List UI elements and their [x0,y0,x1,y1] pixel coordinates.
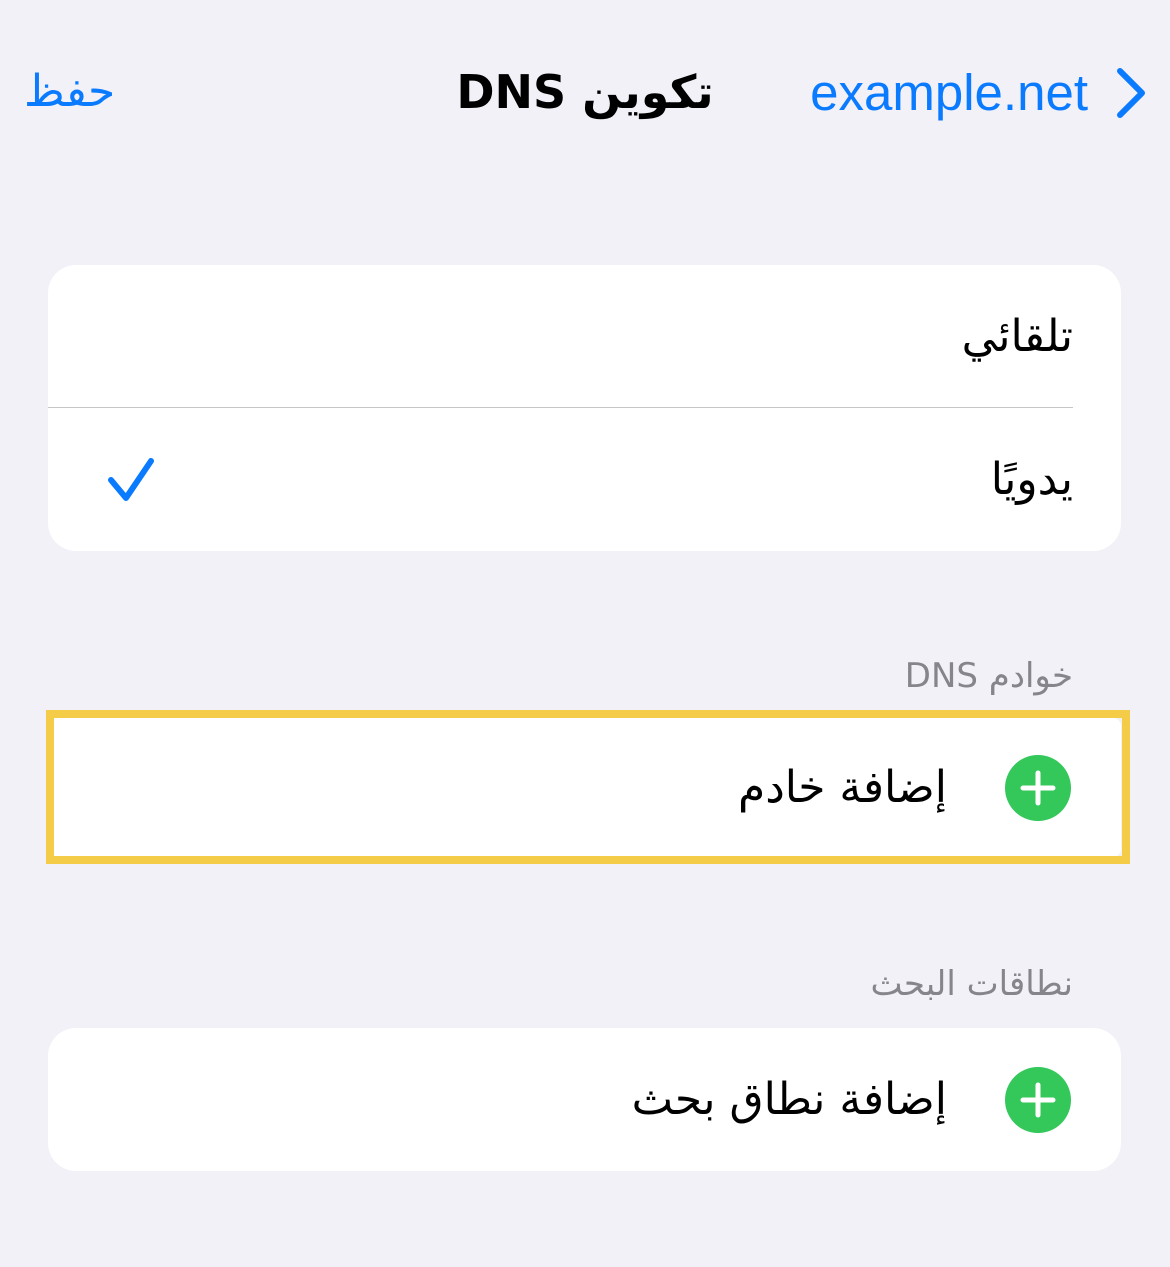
checkmark-icon [108,457,154,501]
add-server-label: إضافة خادم [737,761,947,813]
add-search-domain-button[interactable]: إضافة نطاق بحث [48,1028,1121,1171]
option-automatic[interactable]: تلقائي [48,265,1121,408]
option-manual[interactable]: يدويًا [48,408,1121,551]
plus-circle-icon [1005,754,1071,821]
search-domains-card: إضافة نطاق بحث [48,1028,1121,1171]
back-button-label: example.net [810,64,1088,121]
page-title: تكوين DNS [456,65,714,119]
back-button[interactable]: example.net [810,58,1146,128]
option-automatic-label: تلقائي [961,310,1073,362]
option-manual-label: يدويًا [990,453,1073,505]
dns-mode-card: تلقائي يدويًا [48,265,1121,551]
add-search-domain-label: إضافة نطاق بحث [631,1073,947,1125]
plus-circle-icon [1005,1066,1071,1133]
add-server-button[interactable]: إضافة خادم [48,718,1121,857]
search-domains-header: نطاقات البحث [870,964,1073,1004]
chevron-right-icon [1117,68,1145,118]
dns-servers-header: خوادم DNS [904,656,1073,696]
dns-servers-card: إضافة خادم [48,718,1121,857]
navigation-bar: حفظ تكوين DNS example.net [0,0,1170,185]
save-button[interactable]: حفظ [24,62,115,122]
